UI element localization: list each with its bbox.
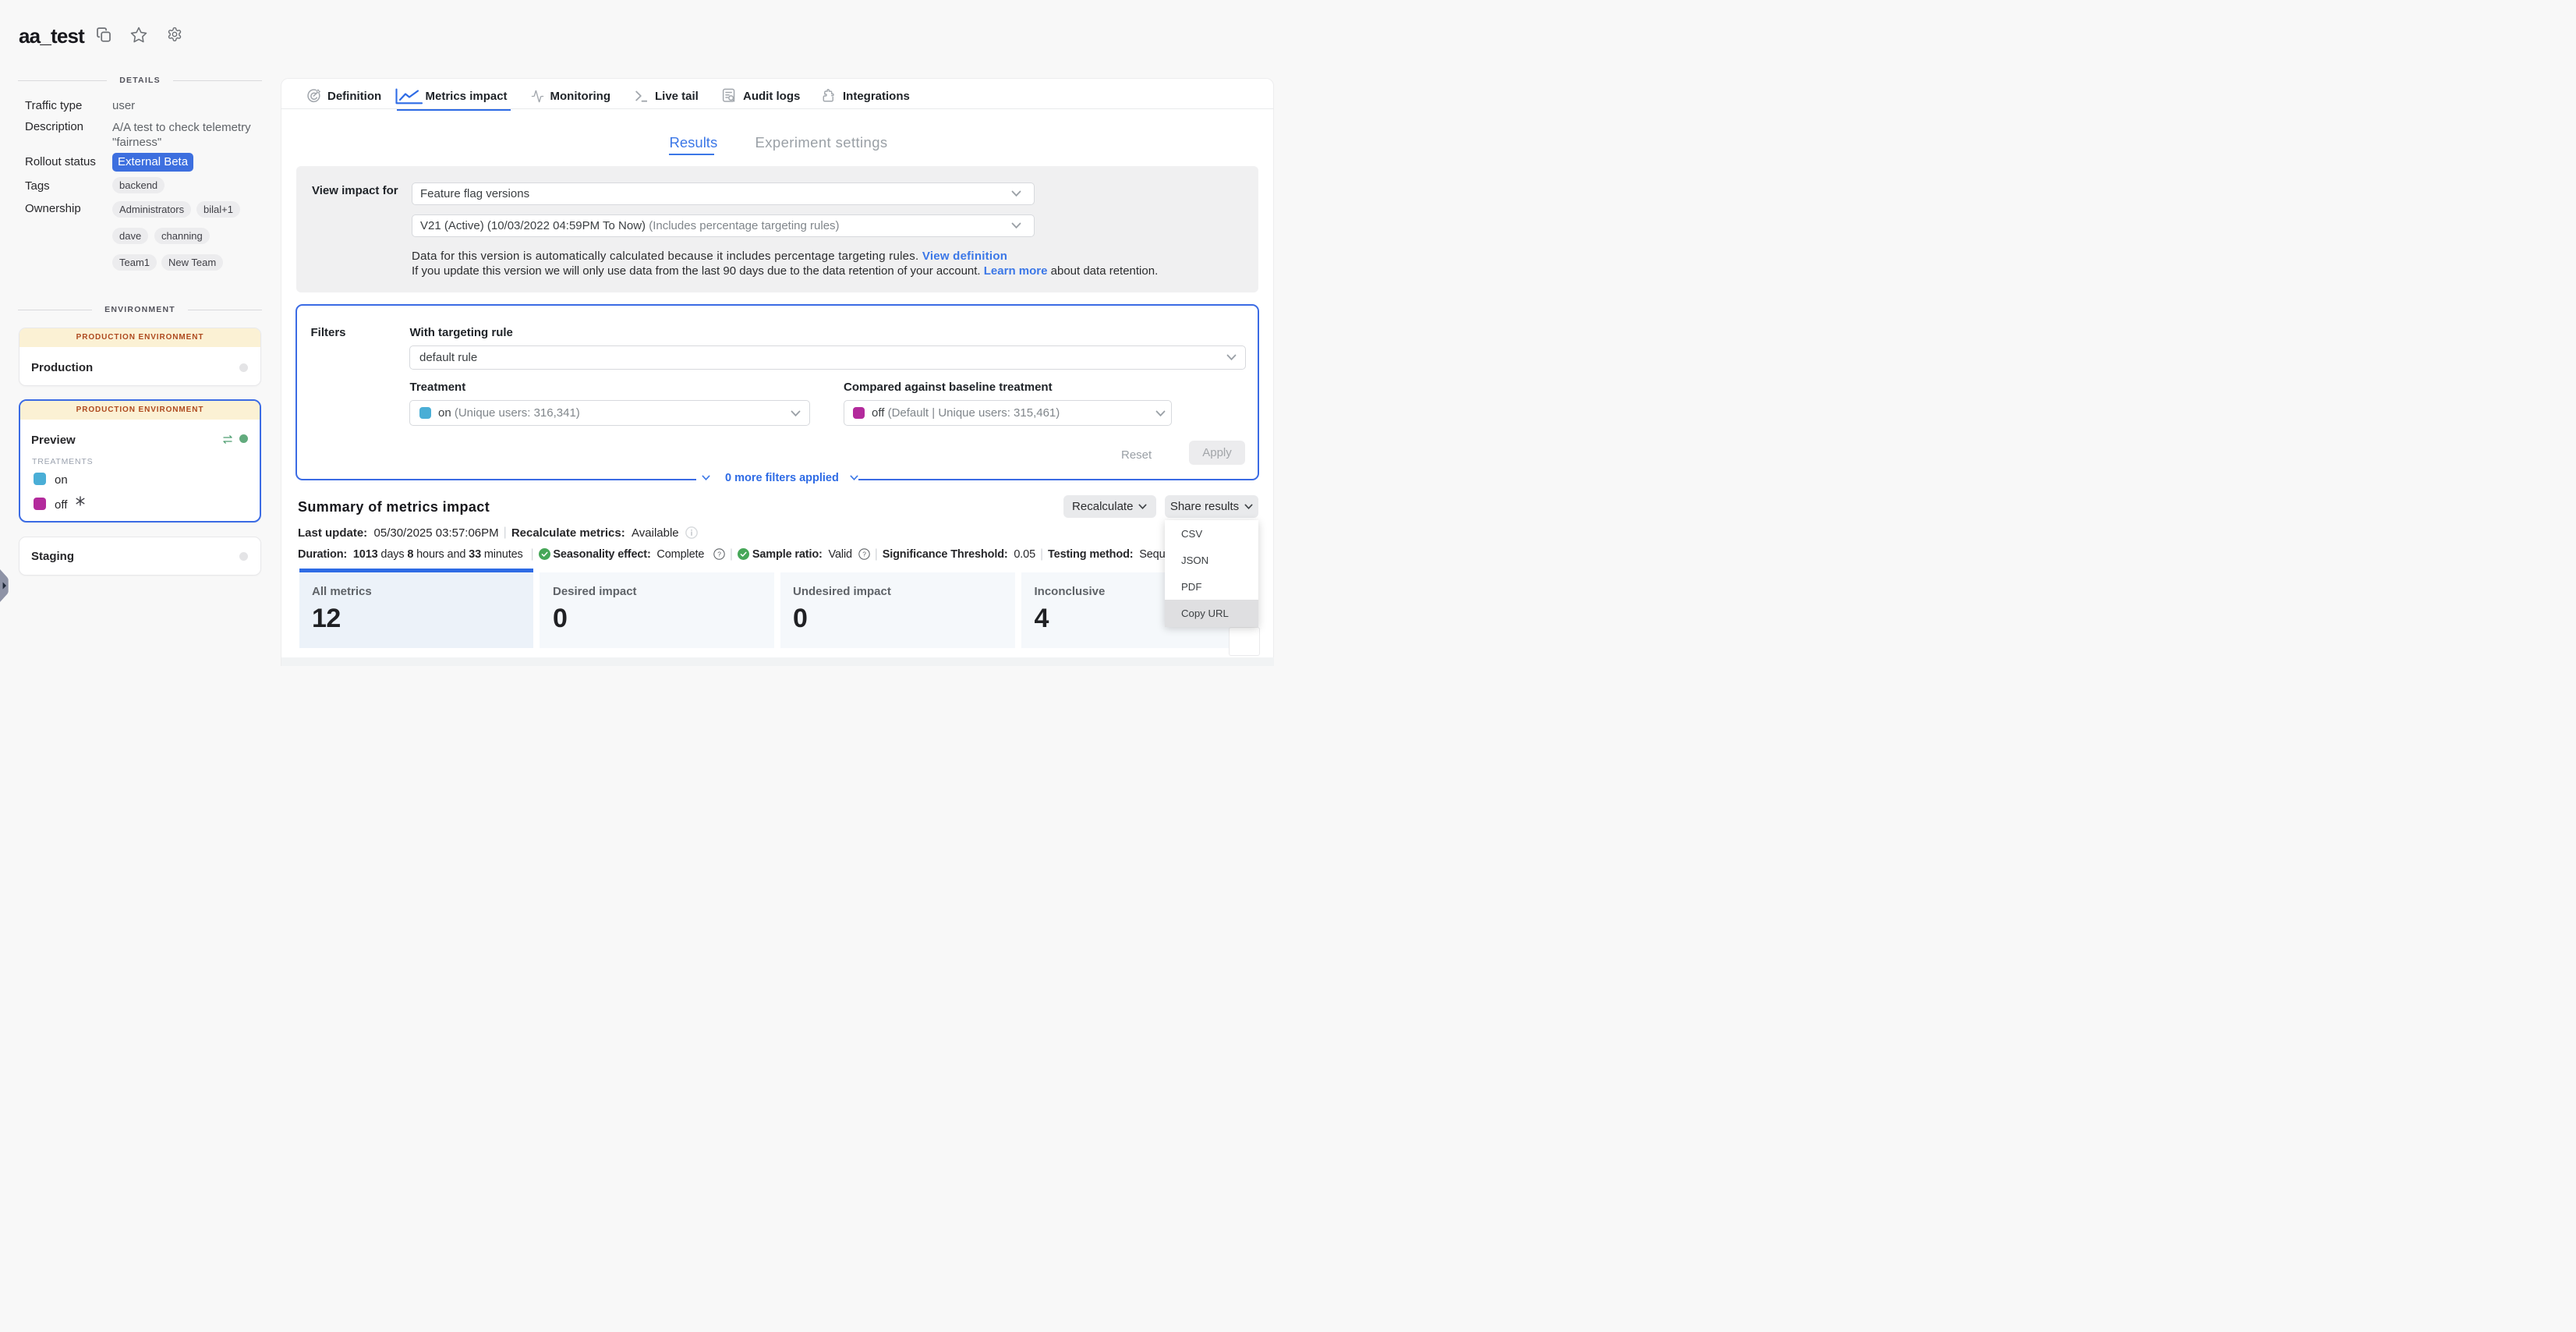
svg-text:?: ? [717, 550, 721, 558]
svg-text:?: ? [862, 550, 866, 558]
